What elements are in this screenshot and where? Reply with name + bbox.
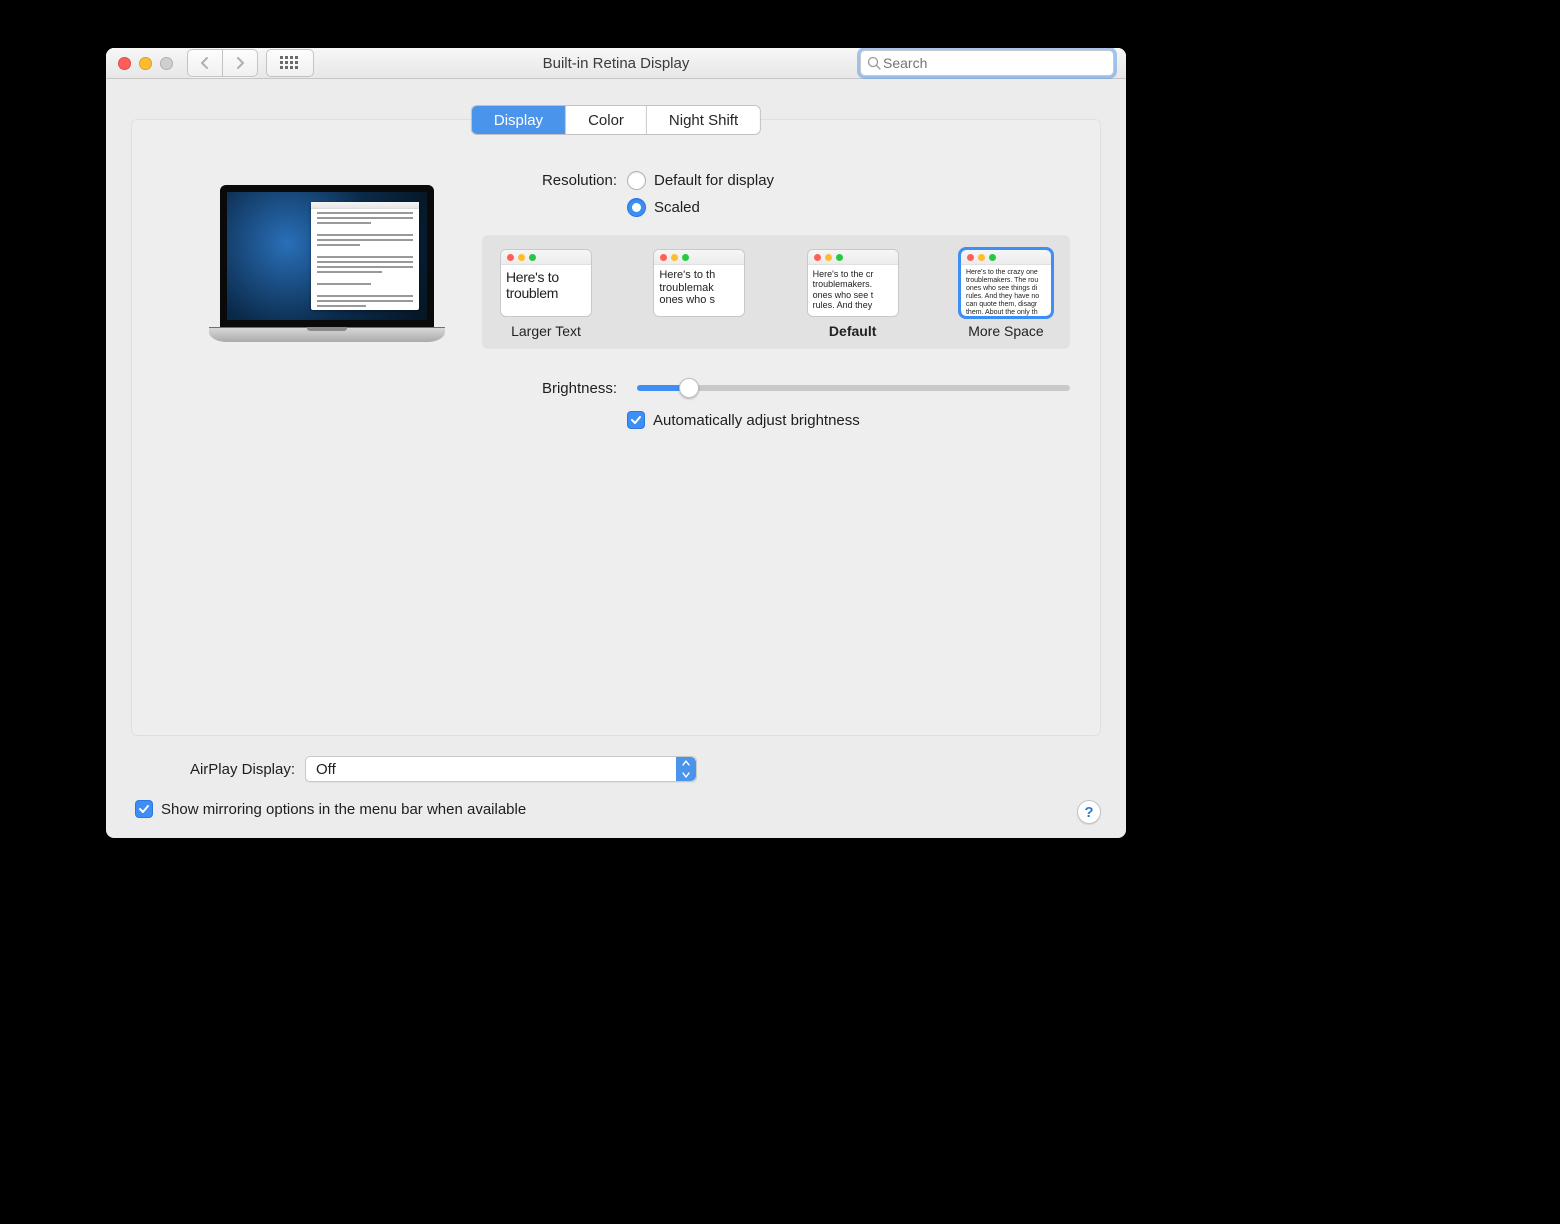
traffic-lights [118, 57, 173, 70]
device-preview [209, 185, 445, 342]
radio-scaled[interactable]: Scaled [627, 198, 774, 217]
airplay-label: AirPlay Display: [135, 761, 295, 778]
radio-icon [627, 171, 646, 190]
resolution-label: Resolution: [492, 171, 627, 189]
resolution-option-label: More Space [960, 323, 1052, 339]
checkbox-label: Show mirroring options in the menu bar w… [161, 801, 526, 818]
resolution-option-label: Default [807, 323, 899, 339]
tab-display[interactable]: Display [472, 106, 566, 134]
resolution-picker: Here's to troublem Larger Text Here's to… [482, 235, 1070, 349]
brightness-slider[interactable] [637, 385, 1070, 391]
resolution-option-label: Larger Text [500, 323, 592, 339]
search-field[interactable] [860, 50, 1114, 76]
minimize-button[interactable] [139, 57, 152, 70]
help-button[interactable]: ? [1077, 800, 1101, 824]
close-button[interactable] [118, 57, 131, 70]
select-stepper[interactable] [676, 757, 696, 781]
tab-color[interactable]: Color [566, 106, 647, 134]
tab-night-shift[interactable]: Night Shift [647, 106, 760, 134]
main-panel: Display Color Night Shift [131, 119, 1101, 736]
mirroring-checkbox[interactable]: Show mirroring options in the menu bar w… [135, 800, 1097, 818]
radio-default-for-display[interactable]: Default for display [627, 171, 774, 190]
resolution-option-larger-text[interactable]: Here's to troublem [500, 249, 592, 317]
search-icon [867, 56, 881, 70]
toolbar: Built-in Retina Display [106, 48, 1126, 79]
select-value: Off [316, 761, 336, 778]
tabbar: Display Color Night Shift [472, 106, 760, 134]
preferences-window: Built-in Retina Display Display Color Ni… [106, 48, 1126, 838]
zoom-button [160, 57, 173, 70]
brightness-label: Brightness: [492, 379, 627, 397]
radio-icon [627, 198, 646, 217]
show-all-button[interactable] [266, 49, 314, 77]
search-input[interactable] [881, 54, 1107, 72]
radio-label: Scaled [654, 199, 700, 216]
auto-brightness-checkbox[interactable]: Automatically adjust brightness [627, 411, 1070, 429]
checkbox-icon [135, 800, 153, 818]
bottom-controls: AirPlay Display: Off Show mirroring opti… [131, 756, 1101, 818]
radio-label: Default for display [654, 172, 774, 189]
back-button[interactable] [188, 50, 223, 76]
forward-button[interactable] [223, 50, 257, 76]
checkbox-icon [627, 411, 645, 429]
resolution-option-default[interactable]: Here's to the cr troublemakers. ones who… [807, 249, 899, 317]
checkbox-label: Automatically adjust brightness [653, 412, 860, 429]
resolution-option-2[interactable]: Here's to th troublemak ones who s [653, 249, 745, 317]
resolution-option-more-space[interactable]: Here's to the crazy one troublemakers. T… [960, 249, 1052, 317]
nav-segment [187, 49, 258, 77]
slider-knob[interactable] [679, 378, 699, 398]
airplay-select[interactable]: Off [305, 756, 697, 782]
window-body: Display Color Night Shift [106, 79, 1126, 838]
